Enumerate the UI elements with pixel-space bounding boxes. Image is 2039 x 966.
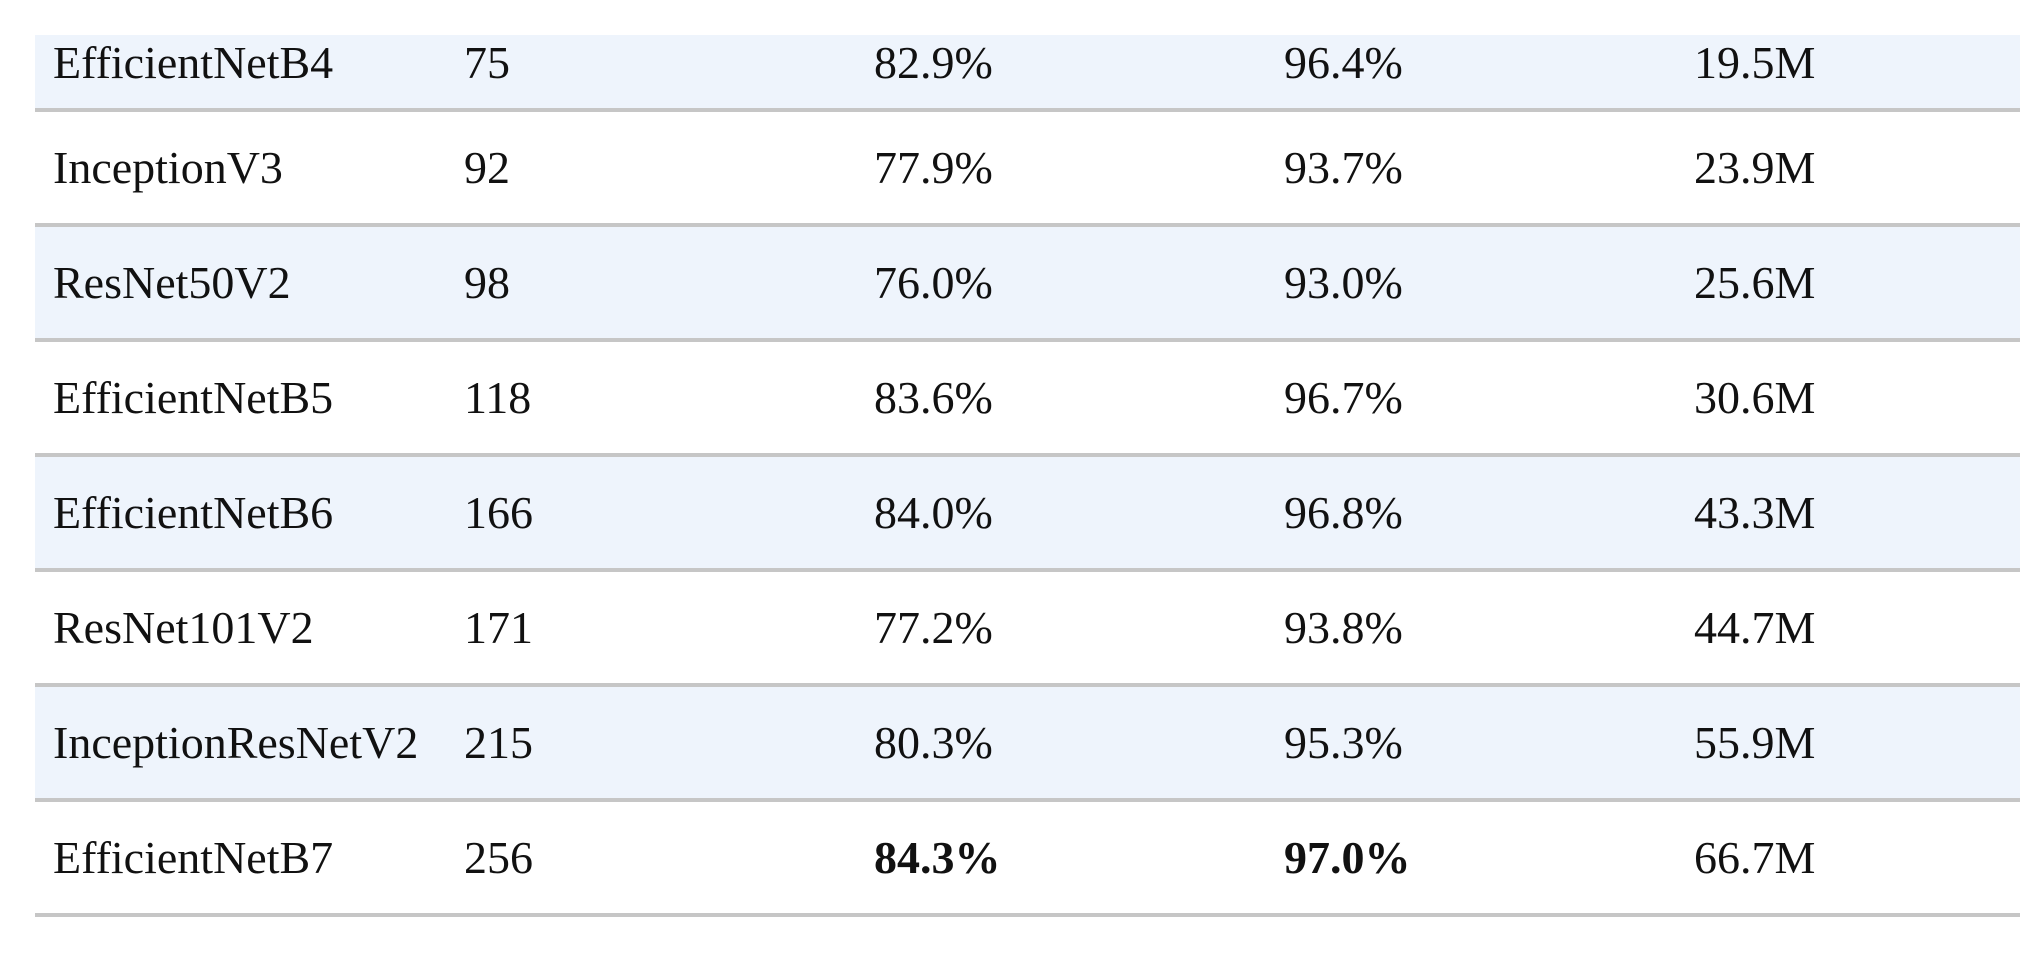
table-row: EfficientNetB6 166 84.0% 96.8% 43.3M — [35, 455, 2020, 572]
parameters-cell: 25.6M — [1676, 225, 2020, 342]
model-name-cell: EfficientNetB5 — [35, 340, 446, 457]
model-name-cell: ResNet101V2 — [35, 570, 446, 687]
table-row: EfficientNetB4 75 82.9% 96.4% 19.5M — [35, 35, 2020, 112]
top1-accuracy-cell: 80.3% — [856, 685, 1266, 802]
table-row: ResNet50V2 98 76.0% 93.0% 25.6M — [35, 225, 2020, 342]
top1-accuracy-cell: 76.0% — [856, 225, 1266, 342]
model-name-cell: EfficientNetB4 — [35, 35, 446, 112]
top5-accuracy-cell: 96.4% — [1266, 35, 1676, 112]
parameters-cell: 44.7M — [1676, 570, 2020, 687]
model-comparison-table: EfficientNetB4 75 82.9% 96.4% 19.5M Inception… — [35, 35, 2020, 917]
size-cell: 98 — [446, 225, 856, 342]
size-cell: 256 — [446, 800, 856, 917]
parameters-cell: 55.9M — [1676, 685, 2020, 802]
model-name-cell: InceptionResNetV2 — [35, 685, 446, 802]
model-comparison-table-container: EfficientNetB4 75 82.9% 96.4% 19.5M Inception… — [35, 35, 2020, 917]
parameters-cell: 23.9M — [1676, 110, 2020, 227]
size-cell: 75 — [446, 35, 856, 112]
parameters-cell: 30.6M — [1676, 340, 2020, 457]
parameters-cell: 19.5M — [1676, 35, 2020, 112]
model-name-cell: EfficientNetB7 — [35, 800, 446, 917]
model-name-cell: ResNet50V2 — [35, 225, 446, 342]
table-row: ResNet101V2 171 77.2% 93.8% 44.7M — [35, 570, 2020, 687]
size-cell: 171 — [446, 570, 856, 687]
top5-accuracy-cell: 93.8% — [1266, 570, 1676, 687]
top5-accuracy-cell: 96.8% — [1266, 455, 1676, 572]
top1-accuracy-cell: 84.0% — [856, 455, 1266, 572]
table-row: InceptionV3 92 77.9% 93.7% 23.9M — [35, 110, 2020, 227]
table-row: EfficientNetB7 256 84.3% 97.0% 66.7M — [35, 800, 2020, 917]
table-body: EfficientNetB4 75 82.9% 96.4% 19.5M Inception… — [35, 35, 2020, 917]
parameters-cell: 43.3M — [1676, 455, 2020, 572]
parameters-cell: 66.7M — [1676, 800, 2020, 917]
top5-accuracy-cell: 96.7% — [1266, 340, 1676, 457]
size-cell: 92 — [446, 110, 856, 227]
top5-accuracy-cell: 93.7% — [1266, 110, 1676, 227]
table-row: EfficientNetB5 118 83.6% 96.7% 30.6M — [35, 340, 2020, 457]
size-cell: 118 — [446, 340, 856, 457]
table-row: InceptionResNetV2 215 80.3% 95.3% 55.9M — [35, 685, 2020, 802]
top5-accuracy-cell: 97.0% — [1266, 800, 1676, 917]
top1-accuracy-cell: 77.2% — [856, 570, 1266, 687]
model-name-cell: InceptionV3 — [35, 110, 446, 227]
top1-accuracy-cell: 83.6% — [856, 340, 1266, 457]
top1-accuracy-cell: 77.9% — [856, 110, 1266, 227]
size-cell: 215 — [446, 685, 856, 802]
size-cell: 166 — [446, 455, 856, 572]
model-name-cell: EfficientNetB6 — [35, 455, 446, 572]
top1-accuracy-cell: 82.9% — [856, 35, 1266, 112]
top5-accuracy-cell: 95.3% — [1266, 685, 1676, 802]
top1-accuracy-cell: 84.3% — [856, 800, 1266, 917]
top5-accuracy-cell: 93.0% — [1266, 225, 1676, 342]
